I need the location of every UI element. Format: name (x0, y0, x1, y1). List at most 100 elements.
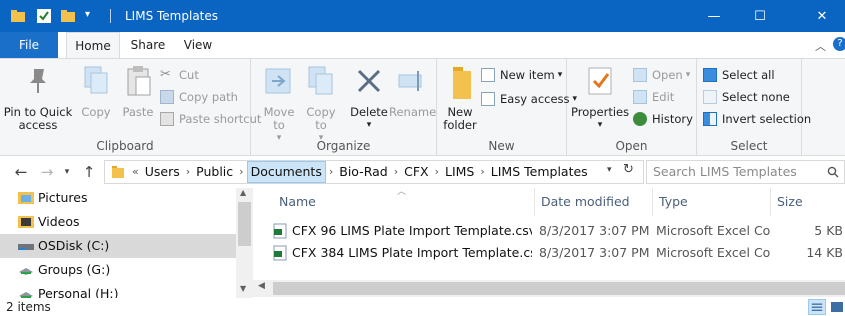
search-box[interactable]: Search LIMS Templates (646, 160, 845, 184)
title-bar: ▾ LIMS Templates — ☐ ✕ (0, 0, 845, 32)
scroll-up-arrow-icon[interactable]: ▲ (240, 188, 246, 197)
scrollbar-thumb[interactable] (238, 202, 251, 246)
delete-x-icon (357, 69, 381, 93)
large-icons-view-icon[interactable] (828, 299, 845, 315)
breadcrumb-separator-icon[interactable]: › (326, 161, 336, 183)
properties-button[interactable]: Properties ▾ (571, 65, 629, 132)
scroll-left-arrow-icon[interactable]: ◀ (258, 281, 265, 291)
select-all-button[interactable]: Select all (703, 65, 775, 85)
copy-button[interactable]: Copy (78, 65, 114, 119)
table-row[interactable]: CFX 96 LIMS Plate Import Template.csv 8/… (253, 220, 845, 242)
select-all-label: Select all (722, 68, 775, 82)
new-folder-icon[interactable] (60, 8, 76, 24)
breadcrumb-separator-icon[interactable]: › (183, 161, 193, 183)
file-size: 14 KB (806, 245, 843, 260)
open-button[interactable]: Open ▾ (633, 65, 690, 85)
copy-path-icon (160, 90, 174, 104)
paste-icon (127, 66, 151, 96)
refresh-icon[interactable]: ↻ (623, 162, 634, 177)
cut-button[interactable]: ✂ Cut (160, 65, 199, 85)
details-view-icon[interactable] (808, 299, 826, 315)
select-none-button[interactable]: Select none (703, 87, 790, 107)
column-header-name[interactable]: Name (273, 188, 535, 216)
scrollbar-thumb[interactable] (273, 282, 845, 295)
breadcrumb-cfx[interactable]: CFX (401, 161, 431, 183)
rename-icon (398, 71, 422, 91)
breadcrumb-separator-icon[interactable]: › (391, 161, 401, 183)
easy-access-icon (481, 92, 495, 106)
breadcrumb-users[interactable]: Users (142, 161, 183, 183)
collapse-ribbon-chevron-icon[interactable]: ︿ (815, 38, 826, 54)
delete-button[interactable]: Delete ▾ (347, 65, 391, 132)
up-button[interactable]: ↑ (78, 161, 100, 183)
pin-to-quick-access-button[interactable]: Pin to Quick access (2, 65, 74, 132)
window-title: LIMS Templates (125, 9, 219, 23)
forward-button[interactable]: → (36, 161, 58, 183)
address-history-chevron-icon[interactable]: ▾ (607, 165, 612, 175)
breadcrumb-documents[interactable]: Documents (246, 161, 326, 183)
breadcrumb-bio-rad[interactable]: Bio-Rad (336, 161, 390, 183)
maximize-button[interactable]: ☐ (737, 0, 783, 32)
breadcrumb-lims-templates[interactable]: LIMS Templates (488, 161, 591, 183)
tab-view[interactable]: View (176, 32, 220, 58)
invert-selection-button[interactable]: Invert selection (703, 109, 811, 129)
properties-chevron-icon: ▾ (597, 120, 603, 130)
nav-item-label: Groups (G:) (38, 262, 111, 277)
column-header-type[interactable]: Type (653, 188, 771, 216)
new-item-button[interactable]: New item ▾ (481, 65, 562, 85)
search-input[interactable]: Search LIMS Templates (653, 161, 797, 183)
table-row[interactable]: CFX 384 LIMS Plate Import Template.csv 8… (253, 242, 845, 264)
copy-path-label: Copy path (179, 90, 238, 104)
edit-button[interactable]: Edit (633, 87, 674, 107)
close-button[interactable]: ✕ (799, 0, 845, 32)
scroll-down-arrow-icon[interactable]: ▼ (240, 284, 246, 293)
clipboard-group: Pin to Quick access Copy Paste ✂ Cut Cop… (0, 59, 261, 156)
paste-button[interactable]: Paste (118, 65, 158, 119)
cut-label: Cut (179, 68, 199, 82)
csv-file-icon (273, 245, 287, 261)
recent-locations-button[interactable]: ▾ (60, 161, 74, 183)
minimize-button[interactable]: — (691, 0, 737, 32)
pictures-folder-icon (18, 192, 34, 204)
file-list-horizontal-scrollbar[interactable]: ◀ (253, 280, 845, 297)
nav-item-videos[interactable]: Videos (0, 210, 236, 234)
help-icon[interactable]: ? (833, 37, 845, 51)
copy-path-button[interactable]: Copy path (160, 87, 238, 107)
nav-item-groups[interactable]: Groups (G:) (0, 258, 236, 282)
nav-item-personal[interactable]: Personal (H:) (0, 282, 236, 298)
back-button[interactable]: ← (10, 161, 32, 183)
navigation-bar: ← → ▾ ↑ « Users › Public › Documents › B… (0, 157, 845, 187)
nav-item-osdisk[interactable]: OSDisk (C:) (0, 234, 236, 258)
back-arrow-icon: ← (14, 163, 28, 181)
nav-item-pictures[interactable]: Pictures (0, 188, 236, 210)
move-to-icon (265, 68, 291, 94)
minimize-icon: — (707, 8, 721, 24)
breadcrumb-separator-icon[interactable]: › (477, 161, 487, 183)
history-label: History (652, 112, 693, 126)
history-button[interactable]: History (633, 109, 693, 129)
copy-to-button[interactable]: Copy to ▾ (301, 65, 341, 145)
easy-access-button[interactable]: Easy access ▾ (481, 89, 577, 109)
column-header-date-modified[interactable]: Date modified (535, 188, 653, 216)
tab-home[interactable]: Home (66, 32, 120, 58)
properties-check-icon[interactable] (36, 8, 52, 24)
paste-shortcut-button[interactable]: Paste shortcut (160, 109, 261, 129)
move-to-button[interactable]: Move to ▾ (259, 65, 299, 145)
new-group-label: New (488, 139, 515, 153)
nav-item-label: OSDisk (C:) (38, 238, 110, 253)
customize-qat-chevron-icon[interactable]: ▾ (85, 9, 90, 20)
rename-button[interactable]: Rename (389, 65, 436, 119)
breadcrumb-separator-icon[interactable]: › (432, 161, 442, 183)
network-drive-icon (19, 268, 33, 275)
ribbon: Pin to Quick access Copy Paste ✂ Cut Cop… (0, 58, 845, 156)
tab-file[interactable]: File (0, 32, 58, 58)
breadcrumb-separator-icon[interactable]: › (236, 161, 246, 183)
new-folder-button[interactable]: New folder (441, 65, 479, 132)
address-bar[interactable]: « Users › Public › Documents › Bio-Rad ›… (104, 160, 644, 184)
tab-share[interactable]: Share (124, 32, 172, 58)
overflow-chevron-icon[interactable]: « (129, 161, 142, 183)
column-header-size[interactable]: Size (771, 188, 845, 216)
breadcrumb-public[interactable]: Public (193, 161, 236, 183)
breadcrumb-lims[interactable]: LIMS (442, 161, 477, 183)
nav-pane-scrollbar[interactable]: ▲ ▼ (236, 188, 253, 298)
